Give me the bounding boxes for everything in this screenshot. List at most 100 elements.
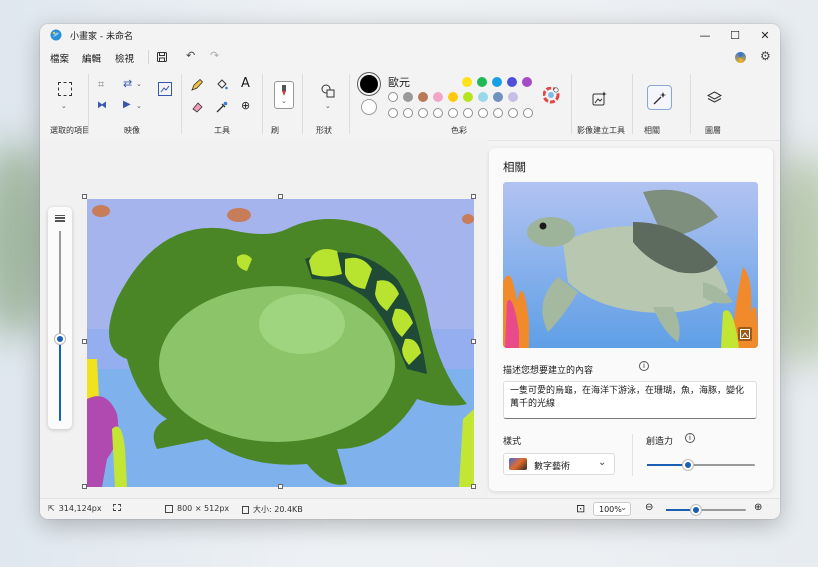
flip-icon[interactable]: ▶ — [123, 99, 131, 110]
chevron-down-icon[interactable]: ⌄ — [136, 102, 142, 110]
creativity-slider-thumb[interactable] — [683, 460, 694, 470]
crop-icon[interactable]: ⌗ — [98, 78, 104, 92]
color-swatch[interactable] — [477, 77, 487, 87]
magnifier-icon[interactable]: ⊕ — [241, 99, 250, 112]
text-tool-icon[interactable]: A — [241, 76, 250, 91]
primary-color[interactable] — [360, 75, 378, 93]
resize-handle[interactable] — [82, 339, 87, 344]
generated-image[interactable] — [503, 182, 758, 348]
color-swatch[interactable] — [433, 92, 443, 102]
panel-title: 相關 — [503, 160, 526, 174]
account-avatar[interactable] — [735, 52, 746, 63]
colors-group-label: 色彩 — [451, 126, 467, 135]
resize-handle[interactable] — [471, 339, 476, 344]
close-button[interactable]: ✕ — [750, 24, 780, 46]
save-icon[interactable] — [157, 52, 167, 62]
color-picker-icon[interactable] — [216, 101, 228, 113]
eraser-icon[interactable] — [191, 101, 203, 113]
resize-handle[interactable] — [82, 484, 87, 489]
resize-handle[interactable] — [278, 194, 283, 199]
shapes-icon[interactable] — [321, 84, 335, 98]
custom-color-slot[interactable] — [433, 108, 443, 118]
brush-size-track-remaining — [59, 231, 61, 340]
zoom-out-icon[interactable]: ⊖ — [645, 502, 653, 513]
color-swatch[interactable] — [493, 92, 503, 102]
color-swatch[interactable] — [522, 77, 532, 87]
color-swatch[interactable] — [508, 92, 518, 102]
canvas-size: 800 × 512px — [165, 504, 229, 513]
creativity-slider-track[interactable] — [647, 460, 755, 470]
color-swatch[interactable] — [448, 92, 458, 102]
menu-separator — [148, 50, 149, 64]
layers-icon[interactable] — [707, 91, 722, 106]
chevron-down-icon[interactable]: ⌄ — [61, 102, 67, 110]
selection-rect-icon[interactable] — [58, 82, 72, 96]
prompt-input[interactable]: 一隻可愛的烏龜，在海洋下游泳，在珊瑚，魚，海豚，變化萬千的光線 — [503, 381, 757, 419]
ribbon-toolbar: ⌄ 選取的項目 ⌗ ⇄ ⌄ ⧓ ▶ ⌄ 映像 A ⊕ 工具 ⌄ 刷 ⌄ 形狀 歐… — [40, 70, 780, 140]
menu-view[interactable]: 檢視 — [115, 51, 134, 65]
style-thumbnail — [509, 458, 527, 470]
custom-color-slot[interactable] — [478, 108, 488, 118]
image-creator-icon[interactable] — [592, 91, 607, 106]
info-icon[interactable]: i — [639, 361, 649, 371]
color-swatch[interactable] — [492, 77, 502, 87]
pencil-icon[interactable] — [191, 79, 203, 91]
color-swatch[interactable] — [388, 92, 398, 102]
brush-icon — [282, 85, 286, 96]
custom-color-slot[interactable] — [463, 108, 473, 118]
custom-color-slot[interactable] — [418, 108, 428, 118]
custom-color-slot[interactable] — [493, 108, 503, 118]
maximize-button[interactable]: ☐ — [720, 24, 750, 46]
cocreator-button[interactable] — [647, 85, 672, 110]
undo-icon[interactable]: ↶ — [186, 49, 195, 62]
menu-edit[interactable]: 編輯 — [82, 51, 101, 65]
edit-colors-icon[interactable] — [543, 87, 560, 104]
image-resize-icon[interactable] — [158, 82, 172, 96]
resize-icon[interactable]: ⧓ — [97, 100, 107, 111]
open-image-creator-icon[interactable] — [738, 327, 752, 341]
creativity-label: 創造力 — [646, 437, 674, 447]
resize-handle[interactable] — [471, 194, 476, 199]
chevron-down-icon: ⌄ — [598, 457, 607, 468]
chevron-down-icon[interactable]: ⌄ — [325, 102, 331, 110]
image-creator-label: 影像建立工具 — [577, 126, 625, 135]
drawing-canvas[interactable] — [87, 199, 474, 487]
resize-handle[interactable] — [82, 194, 87, 199]
color-name: 歐元 — [388, 76, 410, 89]
secondary-color[interactable] — [361, 99, 377, 115]
chevron-down-icon[interactable]: ⌄ — [136, 80, 142, 88]
fit-to-window-icon[interactable]: ⊡ — [576, 502, 585, 515]
zoom-dropdown[interactable]: 100% ⌄ — [593, 502, 631, 516]
style-dropdown[interactable]: 數字藝術 ⌄ — [503, 453, 615, 475]
color-swatch[interactable] — [403, 92, 413, 102]
brush-button[interactable]: ⌄ — [274, 81, 294, 109]
brush-size-thumb[interactable] — [55, 334, 65, 345]
info-icon[interactable]: i — [685, 433, 695, 443]
custom-color-slot[interactable] — [523, 108, 533, 118]
zoom-in-icon[interactable]: ⊕ — [754, 502, 762, 513]
paint-window: 小畫家 - 未命名 — ☐ ✕ 檔案 編輯 檢視 ↶ ↷ ⚙ ⌄ 選取的項目 ⌗… — [40, 24, 780, 519]
ribbon-separator — [181, 74, 182, 134]
color-swatch[interactable] — [463, 92, 473, 102]
color-swatch[interactable] — [507, 77, 517, 87]
selection-icon — [113, 504, 121, 511]
color-swatch[interactable] — [462, 77, 472, 87]
zoom-slider-thumb[interactable] — [691, 505, 702, 515]
zoom-slider-track[interactable] — [666, 505, 746, 515]
settings-gear-icon[interactable]: ⚙ — [760, 49, 771, 63]
custom-color-slot[interactable] — [448, 108, 458, 118]
redo-icon[interactable]: ↷ — [210, 49, 219, 62]
ribbon-separator — [88, 74, 89, 134]
custom-color-slot[interactable] — [508, 108, 518, 118]
minimize-button[interactable]: — — [690, 24, 720, 46]
menu-file[interactable]: 檔案 — [50, 51, 69, 65]
resize-handle[interactable] — [278, 484, 283, 489]
panel-separator — [632, 434, 633, 476]
custom-color-slot[interactable] — [388, 108, 398, 118]
rotate-icon[interactable]: ⇄ — [123, 77, 132, 90]
fill-bucket-icon[interactable] — [216, 79, 228, 91]
custom-color-slot[interactable] — [403, 108, 413, 118]
color-swatch[interactable] — [418, 92, 428, 102]
resize-handle[interactable] — [471, 484, 476, 489]
color-swatch[interactable] — [478, 92, 488, 102]
